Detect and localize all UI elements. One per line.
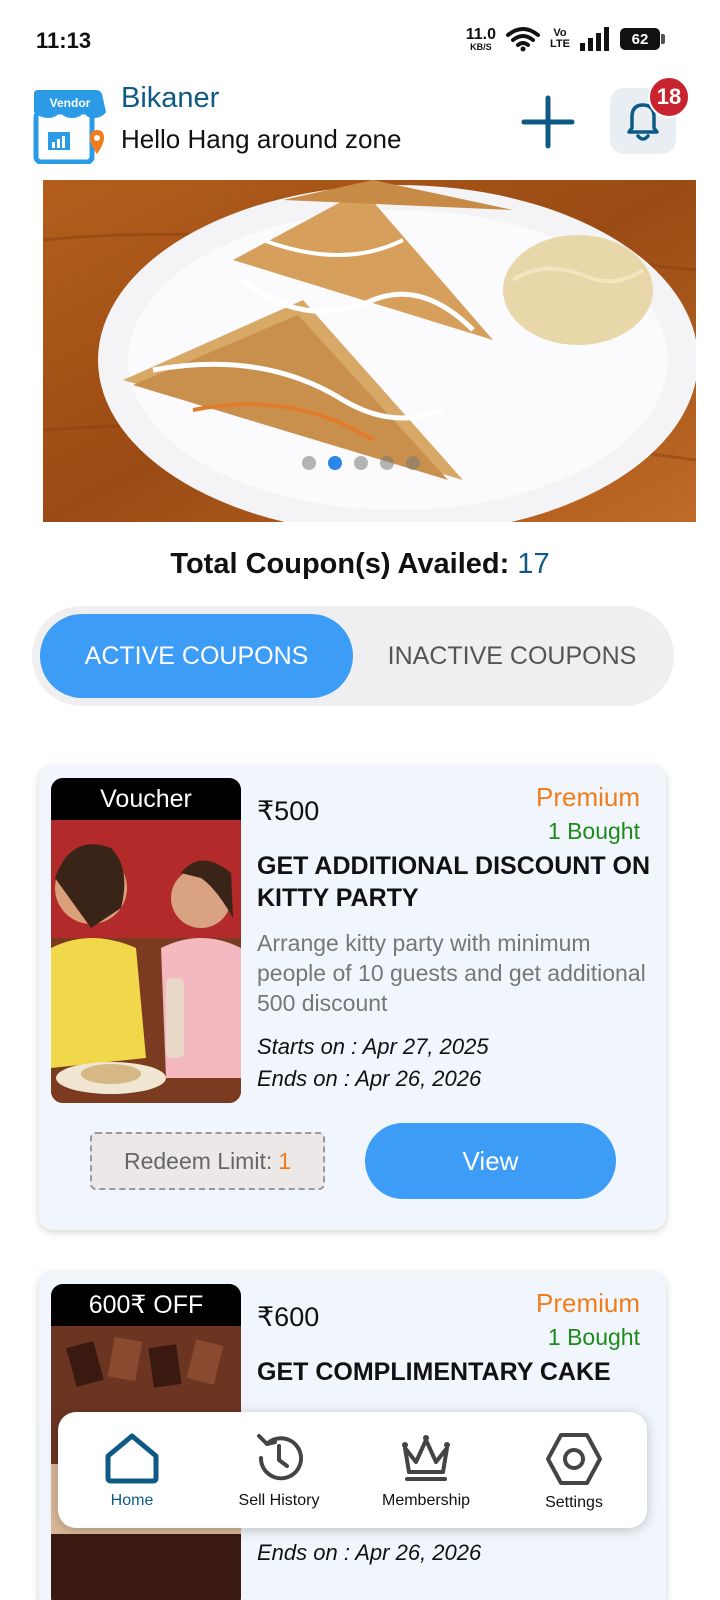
coupon-thumbnail: Voucher xyxy=(51,778,241,1103)
tab-active-coupons[interactable]: ACTIVE COUPONS xyxy=(40,614,353,698)
status-icons: 11.0 KB/S Vo LTE 62 xyxy=(465,25,665,52)
carousel-dot-active[interactable] xyxy=(327,456,342,470)
coupon-price: ₹500 xyxy=(257,796,320,826)
coupon-title: GET ADDITIONAL DISCOUNT ON KITTY PARTY xyxy=(257,852,651,912)
settings-icon xyxy=(546,1433,602,1485)
carousel-indicator xyxy=(43,456,696,470)
coupon-end-date: Ends on : Apr 26, 2026 xyxy=(257,1540,482,1565)
volte-indicator: Vo LTE xyxy=(550,27,570,50)
nav-settings-label: Settings xyxy=(545,1494,603,1511)
network-speed: 11.0 KB/S xyxy=(465,25,497,52)
network-speed-unit: KB/S xyxy=(470,41,492,52)
app-header: Vendor Bikaner Hello Hang around zone 18 xyxy=(0,76,720,168)
promo-banner[interactable] xyxy=(43,180,696,522)
add-icon[interactable] xyxy=(520,94,576,150)
svg-text:Vendor: Vendor xyxy=(50,96,91,110)
tab-inactive-coupons[interactable]: INACTIVE COUPONS xyxy=(362,614,662,698)
total-coupons-label: Total Coupon(s) Availed: xyxy=(170,548,510,580)
coupon-badge: Voucher xyxy=(51,778,241,820)
signal-icon xyxy=(580,27,609,51)
nav-sell-history[interactable]: Sell History xyxy=(209,1412,349,1528)
nav-membership-label: Membership xyxy=(381,1492,471,1509)
vendor-greeting: Hello Hang around zone xyxy=(121,124,402,154)
coupon-end-date: Ends on : Apr 26, 2026 xyxy=(257,1066,482,1091)
city-name[interactable]: Bikaner xyxy=(121,82,219,115)
notification-count-badge: 18 xyxy=(648,76,690,118)
bottom-navigation: Home Sell History Membership Settings xyxy=(58,1412,647,1528)
view-button[interactable]: View xyxy=(365,1123,616,1199)
home-icon xyxy=(105,1433,159,1484)
nav-home[interactable]: Home xyxy=(62,1412,202,1528)
coupon-tabs: ACTIVE COUPONS INACTIVE COUPONS xyxy=(32,606,674,706)
redeem-limit-value: 1 xyxy=(278,1147,292,1174)
carousel-dot[interactable] xyxy=(353,456,368,470)
coupon-bought-count: 1 Bought xyxy=(547,818,640,844)
coupon-description: Arrange kitty party with minimum people … xyxy=(257,930,646,1016)
nav-home-label: Home xyxy=(110,1492,154,1509)
total-coupons-availed: Total Coupon(s) Availed: 17 xyxy=(0,548,720,581)
kitty-party-image xyxy=(51,778,241,1103)
crown-icon xyxy=(402,1435,450,1481)
redeem-limit: Redeem Limit: 1 xyxy=(90,1132,325,1190)
network-speed-value: 11.0 xyxy=(465,25,497,43)
carousel-dot[interactable] xyxy=(405,456,420,470)
wifi-icon xyxy=(506,27,541,52)
coupon-badge: 600₹ OFF xyxy=(51,1284,241,1326)
total-coupons-value: 17 xyxy=(517,548,550,580)
battery-indicator: 62 xyxy=(620,28,665,50)
coupon-tier: Premium xyxy=(535,782,640,812)
coupon-price: ₹600 xyxy=(257,1302,320,1332)
carousel-dot[interactable] xyxy=(301,456,316,470)
status-bar: 11:13 11.0 KB/S Vo LTE 62 xyxy=(0,0,720,80)
nav-membership[interactable]: Membership xyxy=(356,1412,496,1528)
coupon-start-date: Starts on : Apr 27, 2025 xyxy=(257,1034,489,1059)
nav-sell-history-label: Sell History xyxy=(238,1492,320,1509)
history-icon xyxy=(257,1434,303,1481)
vendor-logo-icon: Vendor xyxy=(33,90,106,164)
nav-settings[interactable]: Settings xyxy=(504,1412,644,1528)
redeem-limit-label: Redeem Limit: xyxy=(123,1147,273,1174)
coupon-bought-count: 1 Bought xyxy=(547,1324,640,1350)
coupon-title: GET COMPLIMENTARY CAKE xyxy=(257,1358,611,1386)
carousel-dot[interactable] xyxy=(379,456,394,470)
status-time: 11:13 xyxy=(36,28,92,53)
banner-food-image xyxy=(43,180,696,522)
coupon-card[interactable]: Voucher ₹500 Premium 1 Bought GET ADDITI… xyxy=(39,766,666,1230)
coupon-tier: Premium xyxy=(535,1288,640,1318)
